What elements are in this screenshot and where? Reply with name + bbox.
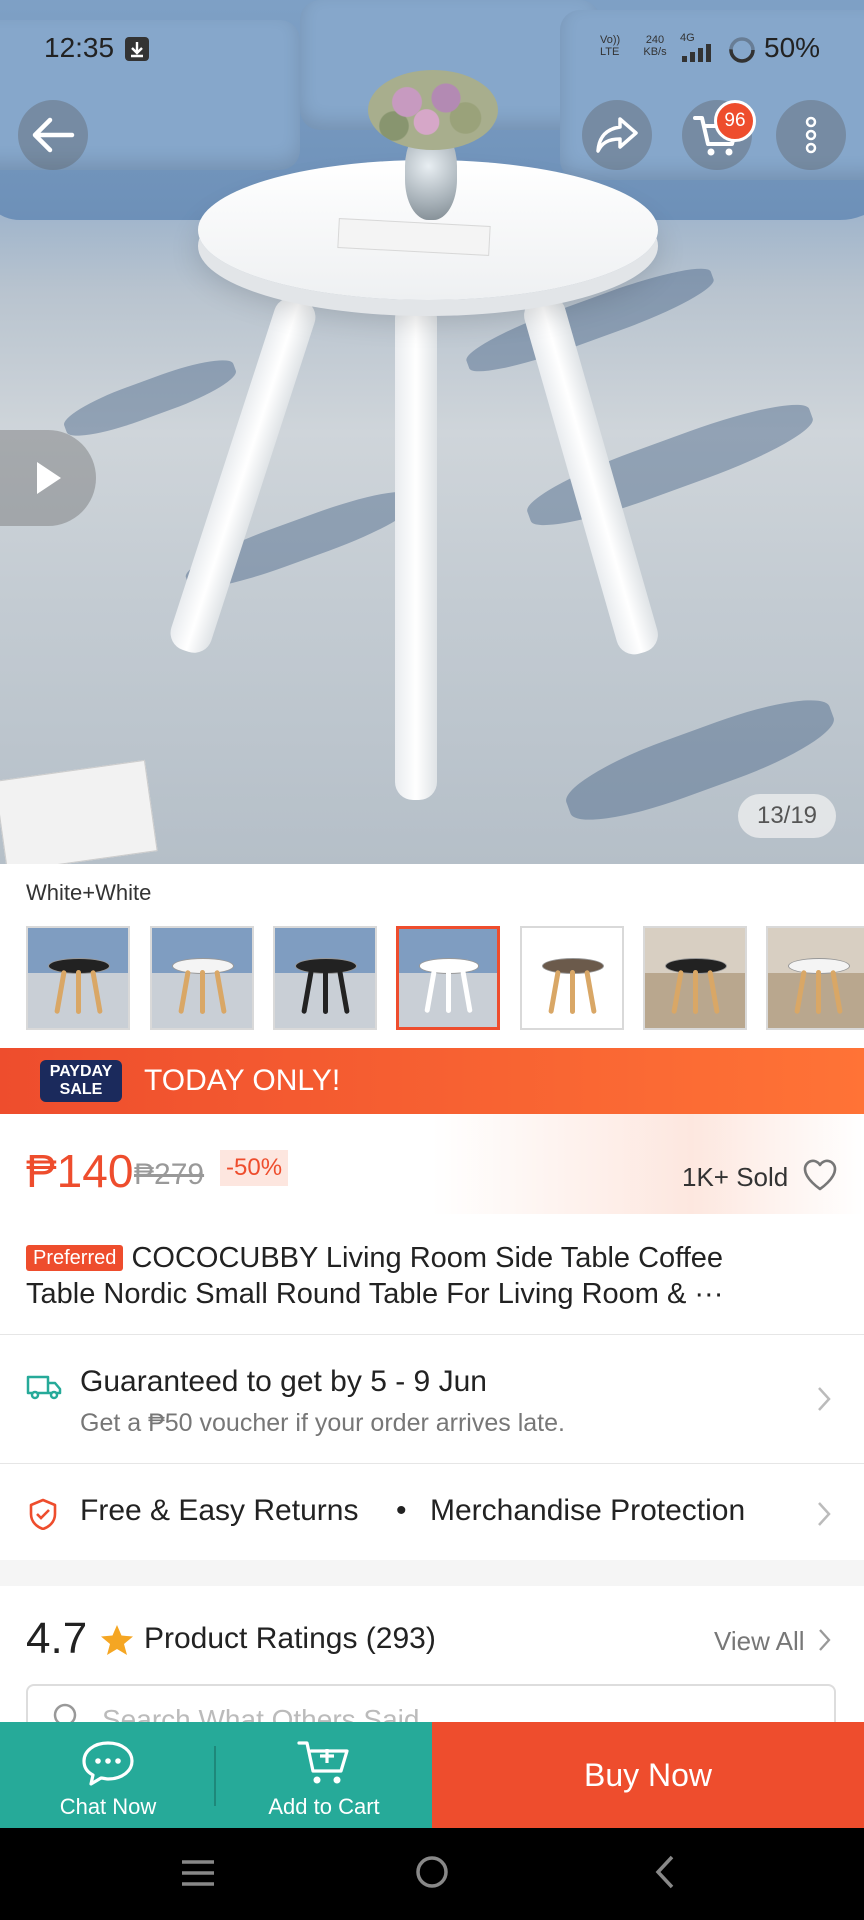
preferred-tag: Preferred [26,1245,124,1271]
back-nav-icon[interactable] [654,1854,676,1890]
shipping-row[interactable]: Guaranteed to get by 5 - 9 Jun Get a ₱50… [0,1335,864,1463]
truck-icon [26,1375,62,1400]
chat-now-label: Chat Now [59,1794,157,1819]
thumb-table-leg [446,970,452,1014]
title-line1: COCOCUBBY Living Room Side Table Coffee [131,1242,724,1274]
rug-pattern [59,350,241,446]
action-divider [214,1746,216,1806]
variant-thumbnail-white-two-tier[interactable] [766,926,864,1030]
thumb-table-leg [76,970,81,1014]
thumb-table-leg [570,970,575,1014]
battery-ring-icon [729,37,755,63]
heart-icon[interactable] [802,1158,838,1192]
ratings-label: Product Ratings (293) [144,1622,436,1655]
product-title-section: Preferred COCOCUBBY Living Room Side Tab… [0,1214,864,1334]
system-nav-bar [0,1828,864,1920]
thumb-table-leg [323,970,328,1014]
variant-thumbnail-white-top-white-legs[interactable] [396,926,500,1030]
view-all-link[interactable]: View All [714,1626,805,1657]
product-title: Preferred COCOCUBBY Living Room Side Tab… [26,1240,846,1312]
add-to-cart-icon [297,1741,349,1784]
download-icon [125,37,149,61]
home-icon[interactable] [414,1854,450,1890]
returns-text: Free & Easy Returns [80,1494,359,1527]
discount-badge: -50% [220,1150,289,1186]
arrow-left-icon [32,117,75,153]
table-leg [165,292,321,658]
chat-now-button[interactable]: Chat Now [0,1722,216,1828]
share-icon [596,117,638,153]
table-leg [395,300,437,800]
original-price: ₱279 [134,1158,205,1191]
shield-check-icon [29,1498,57,1530]
protection-text: Merchandise Protection [430,1494,746,1527]
back-button[interactable] [18,100,88,170]
status-time: 12:35 [44,32,115,63]
add-to-cart-button[interactable]: Add to Cart [216,1722,432,1828]
current-price: ₱140 [26,1145,134,1197]
ratings-section: 4.7 Product Ratings (293) View All Searc… [0,1586,864,1744]
image-counter: 13/19 [738,794,836,838]
add-to-cart-label: Add to Cart [268,1794,380,1819]
buy-now-label: Buy Now [583,1756,713,1793]
payday-sale-logo: PAYDAY SALE [40,1060,122,1102]
promo-text: TODAY ONLY! [144,1064,341,1097]
cart-count-badge: 96 [714,100,756,142]
returns-row[interactable]: Free & Easy Returns • Merchandise Protec… [0,1464,864,1560]
sold-count: 1K+ Sold [682,1162,789,1192]
logo-line2: SALE [59,1081,103,1098]
variant-thumbnail-black-top-wood-legs[interactable] [26,926,130,1030]
share-button[interactable] [582,100,652,170]
price-row: ₱140 ₱279 -50% 1K+ Sold [0,1114,864,1214]
shipping-subtitle: Get a ₱50 voucher if your order arrives … [80,1409,565,1437]
variant-thumbnail-black-top-black-legs[interactable] [273,926,377,1030]
battery-level: 50% [764,32,821,63]
thumb-table-leg [816,970,821,1014]
logo-line1: PAYDAY [49,1063,113,1080]
thumb-table-leg [693,970,698,1014]
network-speed: 240 KB/s [643,34,667,58]
signal-icon [682,44,711,62]
magazine-graphic [0,759,158,864]
variant-thumbnail-walnut-top-wood-legs[interactable] [520,926,624,1030]
more-options-button[interactable] [776,100,846,170]
variant-label: White+White [26,880,152,905]
shipping-title: Guaranteed to get by 5 - 9 Jun [80,1365,487,1398]
returns-separator: • [396,1494,407,1527]
chat-bubble-icon [82,1741,134,1786]
rating-score: 4.7 [26,1614,88,1663]
volte-indicator: Vo)) LTE [600,34,621,58]
bottom-action-bar: Chat Now Add to Cart Buy Now [0,1722,864,1828]
chevron-right-icon [819,1629,831,1651]
star-icon [101,1625,133,1655]
play-icon [37,462,61,494]
buy-now-button[interactable]: Buy Now [432,1722,864,1828]
chevron-right-icon [818,1387,831,1411]
recent-apps-icon[interactable] [180,1858,216,1888]
more-vertical-icon [805,116,817,154]
payday-sale-banner[interactable]: PAYDAY SALE TODAY ONLY! [0,1048,864,1114]
play-video-button[interactable] [0,430,96,526]
variant-thumbnail-white-top-wood-legs[interactable] [150,926,254,1030]
chevron-right-icon [818,1502,831,1526]
title-line2: Table Nordic Small Round Table For Livin… [26,1278,724,1310]
status-bar: 12:35 Vo)) LTE 240 KB/s 4G 50% [0,0,864,100]
variant-thumbnail-black-two-tier[interactable] [643,926,747,1030]
thumb-table-leg [200,970,205,1014]
